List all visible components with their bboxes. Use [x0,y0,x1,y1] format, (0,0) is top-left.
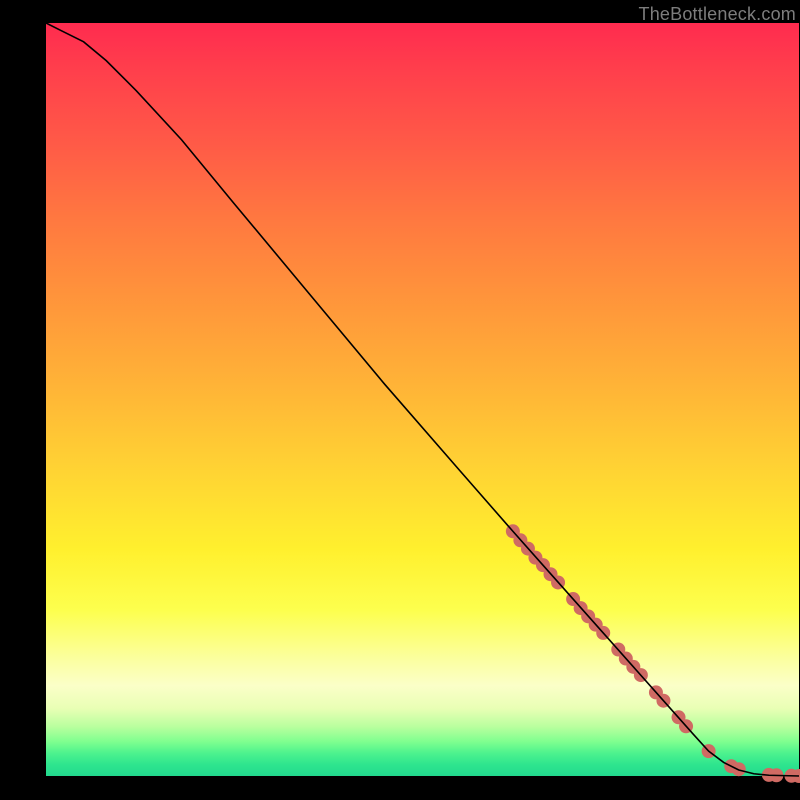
chart-svg [46,23,799,776]
chart-frame: TheBottleneck.com [0,0,800,800]
watermark-text: TheBottleneck.com [639,4,796,25]
plot-area [46,23,799,776]
highlight-dots-layer [506,524,800,783]
main-curve [46,23,799,776]
